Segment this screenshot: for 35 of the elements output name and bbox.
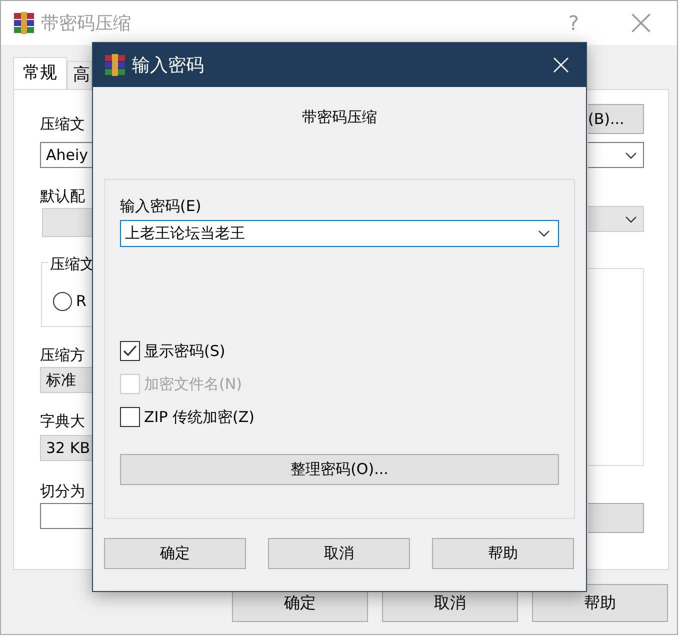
radio-label: R: [76, 291, 86, 311]
tab[interactable]: 常规: [13, 57, 67, 89]
dictionary-dropdown[interactable]: 32 KB: [40, 435, 94, 461]
dialog-button[interactable]: 确定: [104, 538, 246, 569]
dropdown-caret-icon: [538, 230, 550, 237]
archive-name-field[interactable]: Aheiy: [40, 142, 94, 168]
field-label: 压缩文: [40, 114, 86, 134]
check-icon: [123, 345, 137, 357]
archive-name-dropdown[interactable]: [588, 142, 644, 168]
dropdown-caret-icon: [625, 216, 637, 222]
password-combo-field[interactable]: 上老王论坛当老王: [120, 220, 559, 247]
field-label: 压缩方: [40, 345, 86, 365]
dialog-title: 输入密码: [132, 54, 204, 78]
radio-button[interactable]: [53, 292, 72, 310]
organize-passwords-button[interactable]: 整理密码(O)...: [120, 454, 559, 485]
dialog-button[interactable]: 帮助: [532, 584, 668, 622]
app-logo-icon: [104, 54, 126, 76]
dialog-button[interactable]: 取消: [268, 538, 410, 569]
tab[interactable]: 高: [67, 61, 92, 89]
checkbox-label: ZIP 传统加密(Z): [144, 406, 254, 428]
dropdown-caret-icon: [625, 152, 637, 158]
field-label: 字典大: [40, 411, 86, 431]
field-label: 默认配: [40, 186, 86, 206]
method-dropdown[interactable]: 标准: [40, 367, 94, 393]
window-title: 带密码压缩: [41, 12, 131, 36]
checkbox[interactable]: [120, 341, 140, 361]
checkbox-label: 加密文件名(N): [144, 374, 242, 395]
field-label: 输入密码(E): [120, 196, 202, 216]
field-label: 切分为: [40, 481, 86, 501]
app-logo-icon: [13, 12, 35, 34]
browse-button[interactable]: (B)...: [588, 104, 644, 134]
dialog-subtitle: 带密码压缩: [301, 107, 378, 127]
dialog-button[interactable]: 帮助: [432, 538, 574, 569]
checkbox-label: 显示密码(S): [144, 340, 226, 362]
checkbox[interactable]: [120, 407, 140, 427]
